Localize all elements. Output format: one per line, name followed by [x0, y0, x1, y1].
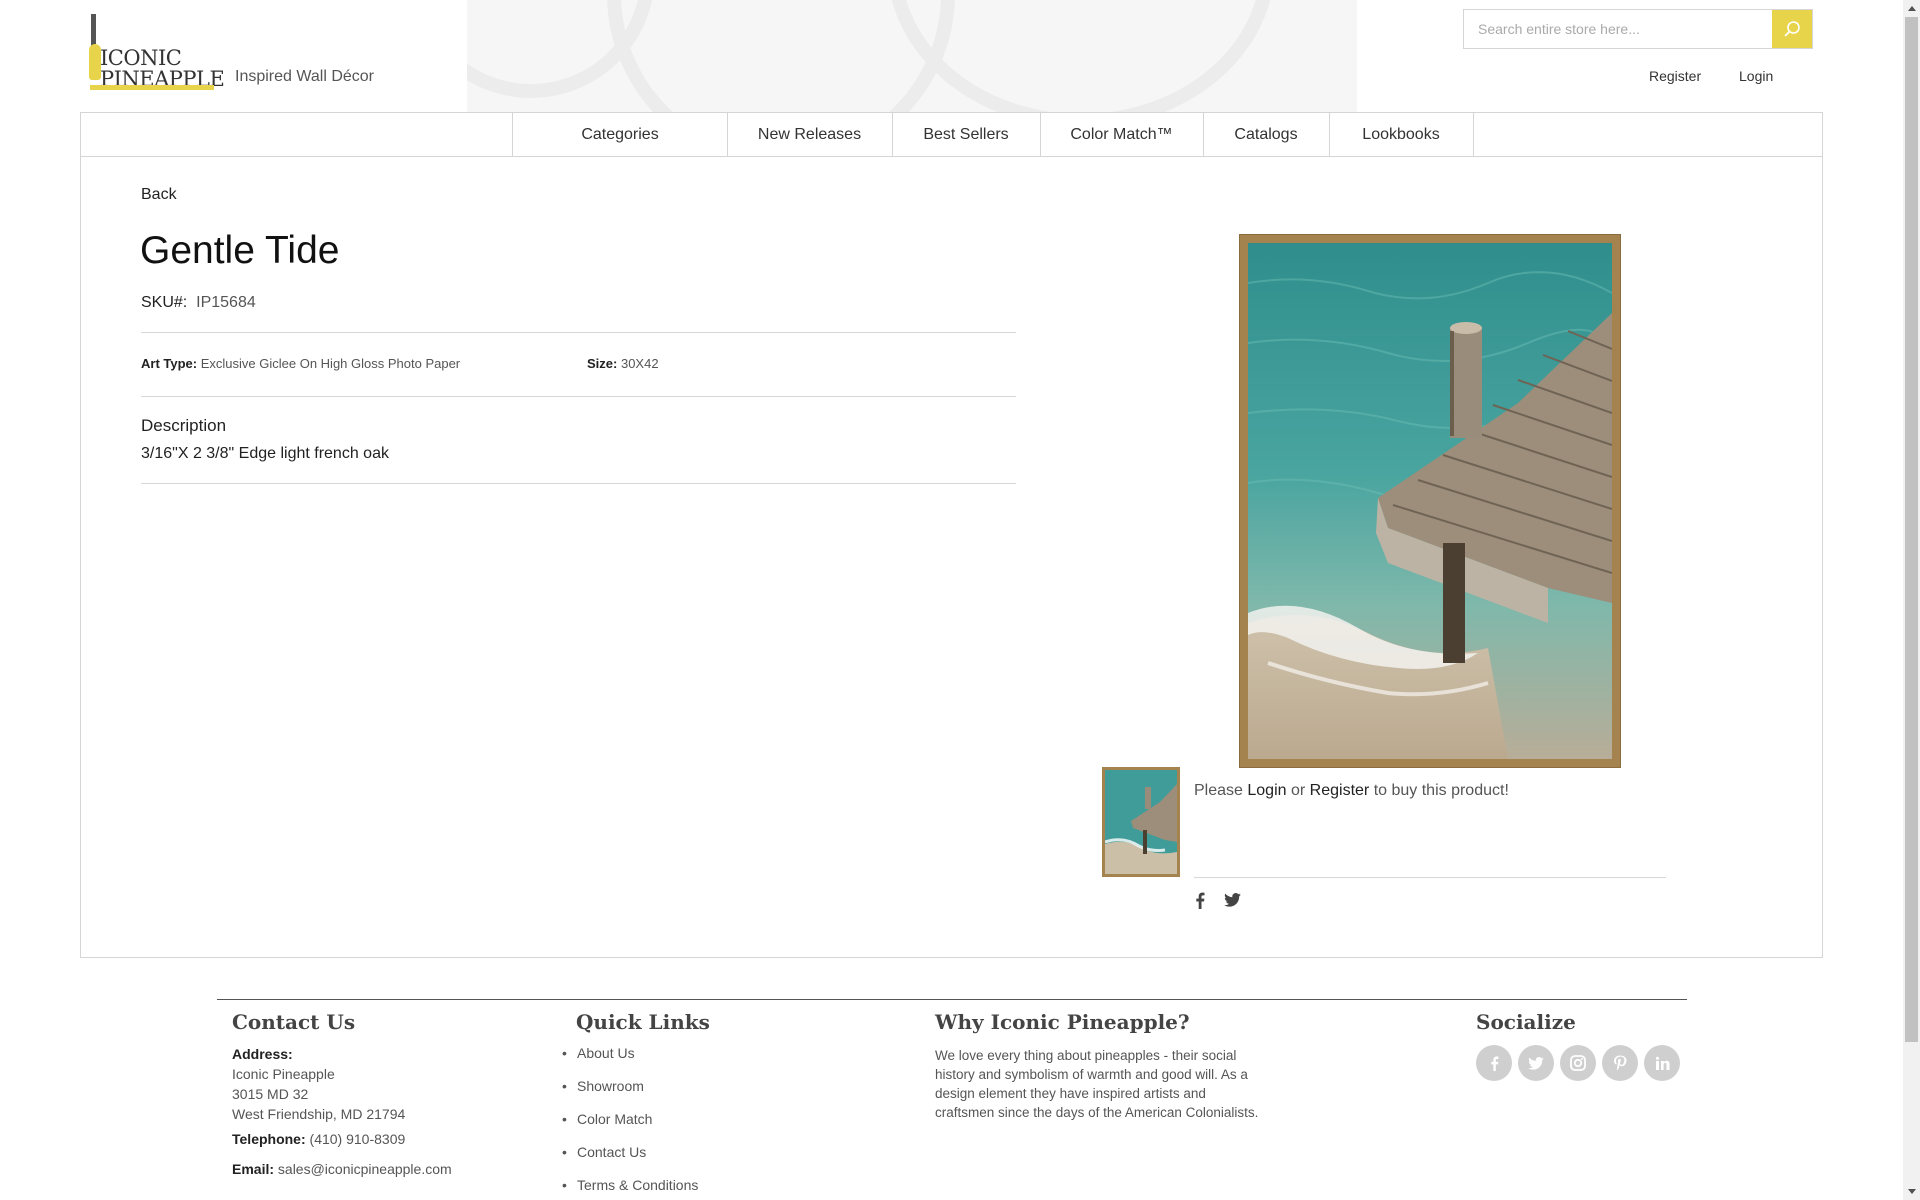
site-logo[interactable]: ICONIC PINEAPPLE: [89, 14, 225, 91]
nav-item-color-match[interactable]: Color Match™: [1040, 113, 1204, 156]
social-facebook-button[interactable]: [1476, 1045, 1512, 1081]
nav-item-categories[interactable]: Categories: [512, 113, 728, 156]
footer-quicklinks-heading: Quick Links: [576, 1010, 710, 1034]
contact-address-label: Address:: [232, 1046, 293, 1062]
buy-prompt: Please Login or Register to buy this pro…: [1194, 782, 1509, 799]
social-pinterest-button[interactable]: [1602, 1045, 1638, 1081]
description-heading: Description: [141, 416, 227, 435]
quicklink-about-us[interactable]: About Us: [562, 1045, 634, 1061]
footer-socialize-heading: Socialize: [1476, 1010, 1576, 1034]
search-button[interactable]: [1772, 10, 1812, 48]
dock-thumbnail-photo: [1105, 770, 1177, 874]
art-type-value: Exclusive Giclee On High Gloss Photo Pap…: [200, 356, 461, 371]
header-register-link[interactable]: Register: [1649, 68, 1701, 84]
scroll-down-button[interactable]: [1903, 1183, 1920, 1200]
nav-item-best-sellers[interactable]: Best Sellers: [892, 113, 1041, 156]
quicklink-color-match[interactable]: Color Match: [562, 1111, 653, 1127]
product-sku: SKU#: IP15684: [141, 294, 256, 312]
size-label: Size:: [587, 356, 618, 371]
sku-label: SKU#:: [141, 294, 188, 311]
quicklink-contact-us[interactable]: Contact Us: [562, 1144, 646, 1160]
buy-login-link[interactable]: Login: [1247, 782, 1286, 799]
social-twitter-button[interactable]: [1518, 1045, 1554, 1081]
social-linkedin-button[interactable]: [1644, 1045, 1680, 1081]
divider: [141, 483, 1016, 484]
product-main-image[interactable]: [1240, 235, 1620, 767]
contact-email: Email: sales@iconicpineapple.com: [232, 1161, 452, 1177]
footer-why-heading: Why Iconic Pineapple?: [935, 1010, 1190, 1034]
nav-item-catalogs[interactable]: Catalogs: [1203, 113, 1330, 156]
header-login-link[interactable]: Login: [1739, 68, 1773, 84]
chevron-down-icon: [1907, 1189, 1916, 1194]
quicklink-terms[interactable]: Terms & Conditions: [562, 1177, 698, 1193]
share-facebook-button[interactable]: [1191, 890, 1209, 910]
divider: [1194, 877, 1666, 878]
share-twitter-button[interactable]: [1223, 890, 1241, 910]
footer-why-text: We love every thing about pineapples - t…: [935, 1048, 1259, 1120]
quicklink-showroom[interactable]: Showroom: [562, 1078, 644, 1094]
contact-address-line: West Friendship, MD 21794: [232, 1106, 406, 1122]
scrollbar-thumb[interactable]: [1905, 17, 1918, 1042]
divider: [141, 332, 1016, 333]
instagram-icon: [1570, 1055, 1586, 1071]
twitter-icon: [1528, 1056, 1544, 1070]
product-thumbnail[interactable]: [1102, 767, 1180, 877]
dock-photo: [1248, 243, 1612, 759]
social-instagram-button[interactable]: [1560, 1045, 1596, 1081]
product-title: Gentle Tide: [140, 229, 340, 272]
search-form: [1463, 9, 1813, 49]
footer-contact-heading: Contact Us: [232, 1010, 356, 1034]
contact-address-line: 3015 MD 32: [232, 1086, 309, 1102]
size-attribute: Size: 30X42: [587, 356, 659, 371]
sku-value: IP15684: [196, 294, 256, 311]
search-icon: [1784, 21, 1800, 37]
main-nav: Categories New Releases Best Sellers Col…: [80, 112, 1823, 157]
size-value: 30X42: [620, 356, 659, 371]
contact-email-link[interactable]: sales@iconicpineapple.com: [278, 1161, 452, 1177]
header-decoration: [467, 0, 1357, 112]
twitter-icon: [1223, 893, 1241, 907]
facebook-icon: [1196, 892, 1205, 909]
linkedin-icon: [1655, 1056, 1669, 1070]
art-type-label: Art Type:: [141, 356, 198, 371]
nav-item-new-releases[interactable]: New Releases: [727, 113, 893, 156]
site-tagline: Inspired Wall Décor: [235, 68, 375, 85]
scroll-up-button[interactable]: [1903, 0, 1920, 17]
contact-address-line: Iconic Pineapple: [232, 1066, 335, 1082]
contact-telephone: Telephone: (410) 910-8309: [232, 1131, 406, 1147]
description-text: 3/16"X 2 3/8" Edge light french oak: [141, 445, 389, 462]
chevron-up-icon: [1907, 6, 1916, 11]
search-input[interactable]: [1464, 10, 1769, 48]
buy-register-link[interactable]: Register: [1310, 782, 1370, 799]
pinterest-icon: [1614, 1055, 1627, 1070]
footer-divider: [217, 999, 1687, 1000]
divider: [141, 396, 1016, 397]
art-type-attribute: Art Type: Exclusive Giclee On High Gloss…: [141, 356, 460, 371]
back-link[interactable]: Back: [141, 186, 177, 204]
nav-item-lookbooks[interactable]: Lookbooks: [1329, 113, 1474, 156]
facebook-icon: [1490, 1056, 1498, 1071]
